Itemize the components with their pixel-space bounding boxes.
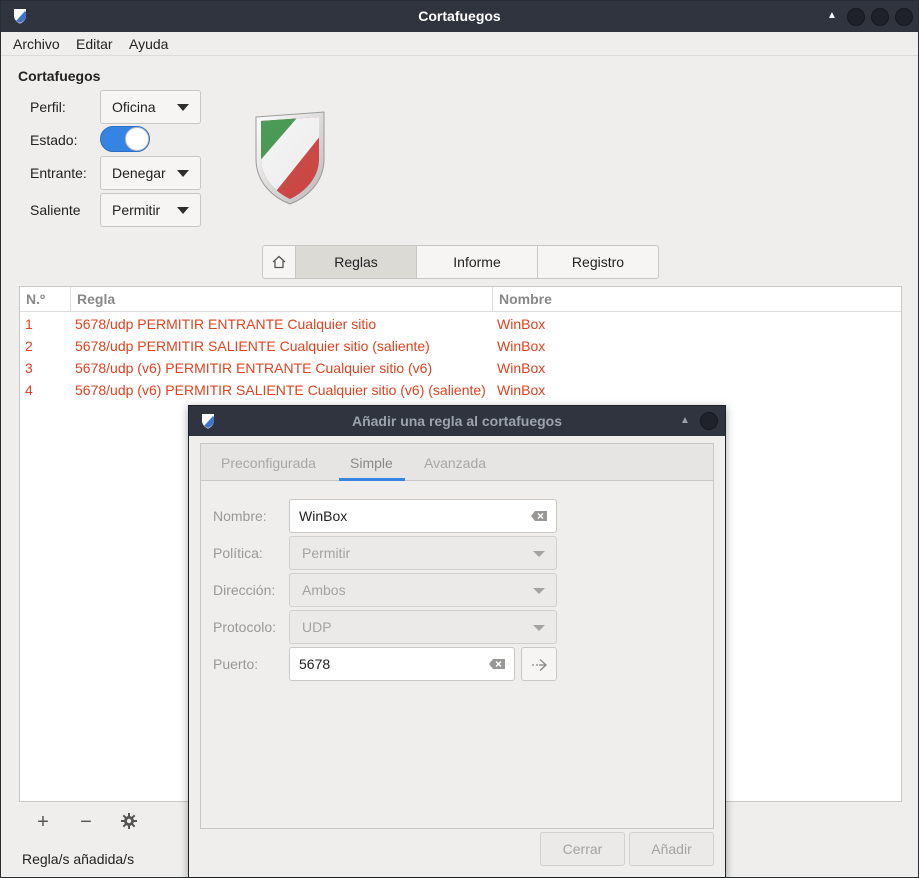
chevron-down-icon	[177, 170, 189, 177]
table-row[interactable]: 3 5678/udp (v6) PERMITIR ENTRANTE Cualqu…	[20, 357, 901, 379]
chevron-down-icon	[533, 625, 545, 631]
row-name: WinBox	[497, 338, 546, 354]
dialog-cancel-button[interactable]: Cerrar	[540, 832, 625, 866]
column-header-num[interactable]: N.º	[20, 287, 70, 312]
forward-icon	[532, 659, 547, 671]
row-rule: 5678/udp (v6) PERMITIR ENTRANTE Cualquie…	[75, 360, 433, 376]
rule-settings-button[interactable]	[119, 812, 139, 832]
clear-icon[interactable]	[530, 510, 548, 522]
section-title: Cortafuegos	[18, 68, 101, 84]
tab-registro[interactable]: Registro	[537, 246, 658, 278]
toggle-knob	[125, 127, 149, 151]
dialog-close-button[interactable]	[700, 412, 718, 430]
add-rule-button[interactable]: +	[33, 812, 53, 832]
table-row[interactable]: 1 5678/udp PERMITIR ENTRANTE Cualquier s…	[20, 313, 901, 335]
menu-editar[interactable]: Editar	[76, 36, 113, 52]
outgoing-combo[interactable]: Permitir	[100, 193, 201, 227]
port-value: 5678	[299, 656, 331, 672]
dialog-tabs: Preconfigurada Simple Avanzada	[201, 444, 713, 481]
tab-informe[interactable]: Informe	[416, 246, 537, 278]
shade-icon[interactable]: ▲	[680, 415, 690, 426]
row-name: WinBox	[497, 316, 546, 332]
profile-label: Perfil:	[30, 99, 66, 115]
profile-combo[interactable]: Oficina	[100, 90, 201, 124]
port-label: Puerto:	[213, 656, 259, 672]
chevron-down-icon	[177, 207, 189, 214]
dialog-body: Preconfigurada Simple Avanzada Nombre: W…	[200, 443, 714, 829]
close-button[interactable]	[895, 8, 913, 26]
tab-reglas[interactable]: Reglas	[295, 246, 416, 278]
port-forward-button[interactable]	[521, 647, 557, 681]
dialog-title: Añadir una regla al cortafuegos	[351, 413, 563, 429]
dialog-title-bar[interactable]: Añadir una regla al cortafuegos ▲	[189, 406, 725, 436]
dialog-add-button[interactable]: Añadir	[629, 832, 714, 866]
table-row[interactable]: 2 5678/udp PERMITIR SALIENTE Cualquier s…	[20, 335, 901, 357]
main-tabs: Reglas Informe Registro	[262, 245, 659, 279]
direction-value: Ambos	[302, 582, 346, 598]
status-toggle[interactable]	[100, 126, 150, 152]
outgoing-value: Permitir	[112, 202, 161, 218]
tab-preconfigurada[interactable]: Preconfigurada	[221, 455, 316, 471]
outgoing-label: Saliente	[30, 202, 81, 218]
direction-combo[interactable]: Ambos	[289, 573, 557, 607]
chevron-down-icon	[177, 104, 189, 111]
table-row[interactable]: 4 5678/udp (v6) PERMITIR SALIENTE Cualqu…	[20, 379, 901, 401]
column-header-name[interactable]: Nombre	[492, 287, 901, 312]
status-bar: Regla/s añadida/s	[22, 851, 135, 867]
row-rule: 5678/udp (v6) PERMITIR SALIENTE Cualquie…	[75, 382, 486, 398]
policy-combo[interactable]: Permitir	[289, 536, 557, 570]
policy-value: Permitir	[302, 545, 351, 561]
policy-label: Política:	[213, 545, 263, 561]
direction-label: Dirección:	[213, 582, 276, 598]
row-name: WinBox	[497, 360, 546, 376]
shade-icon[interactable]: ▲	[826, 10, 838, 22]
row-num: 3	[25, 360, 33, 376]
row-rule: 5678/udp PERMITIR ENTRANTE Cualquier sit…	[75, 316, 377, 332]
menu-bar: Archivo Editar Ayuda	[1, 32, 918, 56]
window-title: Cortafuegos	[418, 8, 501, 24]
row-rule: 5678/udp PERMITIR SALIENTE Cualquier sit…	[75, 338, 430, 354]
add-rule-dialog: Añadir una regla al cortafuegos ▲ Precon…	[188, 405, 726, 878]
row-num: 4	[25, 382, 33, 398]
firewall-shield-icon	[255, 111, 325, 205]
gear-icon	[121, 813, 137, 829]
tab-simple[interactable]: Simple	[350, 455, 393, 471]
incoming-value: Denegar	[112, 165, 166, 181]
incoming-label: Entrante:	[30, 165, 87, 181]
menu-archivo[interactable]: Archivo	[13, 36, 60, 52]
tab-avanzada[interactable]: Avanzada	[424, 455, 486, 471]
protocol-combo[interactable]: UDP	[289, 610, 557, 644]
clear-icon[interactable]	[488, 658, 506, 670]
chevron-down-icon	[533, 551, 545, 557]
active-tab-indicator	[339, 478, 405, 481]
name-label: Nombre:	[213, 508, 267, 524]
minimize-button[interactable]	[847, 8, 865, 26]
maximize-button[interactable]	[871, 8, 889, 26]
menu-ayuda[interactable]: Ayuda	[129, 36, 168, 52]
column-header-rule[interactable]: Regla	[70, 287, 492, 312]
home-icon	[272, 255, 286, 269]
protocol-value: UDP	[302, 619, 332, 635]
protocol-label: Protocolo:	[213, 619, 277, 635]
incoming-combo[interactable]: Denegar	[100, 156, 201, 190]
name-field[interactable]: WinBox	[289, 499, 557, 533]
title-bar[interactable]: Cortafuegos ▲	[1, 1, 918, 32]
tab-home[interactable]	[263, 246, 295, 278]
status-label: Estado:	[30, 132, 78, 148]
row-name: WinBox	[497, 382, 546, 398]
chevron-down-icon	[533, 588, 545, 594]
profile-value: Oficina	[112, 99, 156, 115]
port-field[interactable]: 5678	[289, 647, 515, 681]
row-num: 2	[25, 338, 33, 354]
row-num: 1	[25, 316, 33, 332]
table-header: N.º Regla Nombre	[20, 287, 901, 312]
remove-rule-button[interactable]: −	[76, 812, 96, 832]
name-value: WinBox	[299, 508, 348, 524]
